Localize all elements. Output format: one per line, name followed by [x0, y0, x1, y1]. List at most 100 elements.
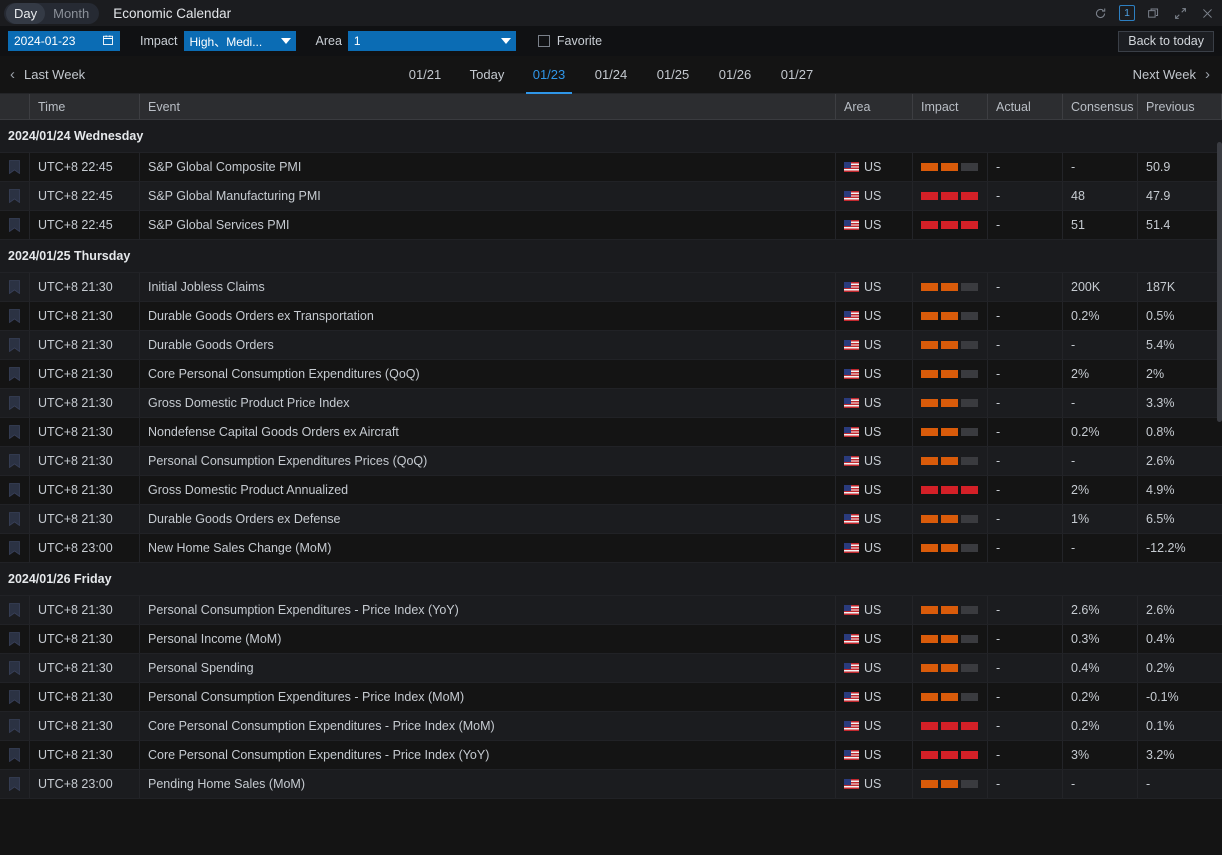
favorite-bookmark-cell[interactable]	[0, 302, 30, 330]
favorite-bookmark-cell[interactable]	[0, 505, 30, 533]
area-select[interactable]: 1	[348, 31, 516, 51]
bookmark-icon[interactable]	[9, 454, 20, 468]
cell-actual: -	[988, 273, 1063, 301]
column-header-consensus[interactable]: Consensus	[1063, 94, 1138, 119]
column-header-actual[interactable]: Actual	[988, 94, 1063, 119]
favorite-bookmark-cell[interactable]	[0, 153, 30, 181]
bookmark-icon[interactable]	[9, 189, 20, 203]
day-tab-01-21[interactable]: 01/21	[394, 56, 456, 94]
table-row[interactable]: UTC+8 21:30Core Personal Consumption Exp…	[0, 741, 1222, 770]
column-header-time[interactable]: Time	[30, 94, 140, 119]
tab-day[interactable]: Day	[6, 3, 45, 24]
day-tab-label: 01/27	[781, 67, 814, 82]
favorite-bookmark-cell[interactable]	[0, 360, 30, 388]
bookmark-icon[interactable]	[9, 309, 20, 323]
cell-actual-text: -	[996, 541, 1000, 555]
cell-previous: 3.3%	[1138, 389, 1222, 417]
tab-month[interactable]: Month	[45, 3, 97, 24]
day-tab-01-26[interactable]: 01/26	[704, 56, 766, 94]
bookmark-icon[interactable]	[9, 719, 20, 733]
column-header-impact[interactable]: Impact	[913, 94, 988, 119]
close-icon[interactable]	[1199, 5, 1216, 22]
favorite-bookmark-cell[interactable]	[0, 596, 30, 624]
column-header-mark[interactable]	[0, 94, 30, 119]
table-row[interactable]: UTC+8 21:30Personal Consumption Expendit…	[0, 447, 1222, 476]
table-row[interactable]: UTC+8 21:30Personal Income (MoM)US-0.3%0…	[0, 625, 1222, 654]
table-row[interactable]: UTC+8 21:30Gross Domestic Product Price …	[0, 389, 1222, 418]
favorite-bookmark-cell[interactable]	[0, 182, 30, 210]
bookmark-icon[interactable]	[9, 748, 20, 762]
bookmark-icon[interactable]	[9, 367, 20, 381]
column-header-event[interactable]: Event	[140, 94, 836, 119]
table-row[interactable]: UTC+8 21:30Core Personal Consumption Exp…	[0, 360, 1222, 389]
bookmark-icon[interactable]	[9, 280, 20, 294]
table-row[interactable]: UTC+8 21:30Nondefense Capital Goods Orde…	[0, 418, 1222, 447]
favorite-bookmark-cell[interactable]	[0, 476, 30, 504]
scrollbar-thumb[interactable]	[1217, 142, 1222, 422]
favorite-bookmark-cell[interactable]	[0, 534, 30, 562]
back-to-today-button[interactable]: Back to today	[1118, 31, 1214, 52]
bookmark-icon[interactable]	[9, 541, 20, 555]
favorite-bookmark-cell[interactable]	[0, 418, 30, 446]
favorite-bookmark-cell[interactable]	[0, 389, 30, 417]
favorite-bookmark-cell[interactable]	[0, 683, 30, 711]
bookmark-icon[interactable]	[9, 338, 20, 352]
day-tab-01-25[interactable]: 01/25	[642, 56, 704, 94]
favorite-bookmark-cell[interactable]	[0, 625, 30, 653]
bookmark-icon[interactable]	[9, 160, 20, 174]
table-row[interactable]: UTC+8 21:30Durable Goods OrdersUS--5.4%	[0, 331, 1222, 360]
table-row[interactable]: UTC+8 23:00Pending Home Sales (MoM)US---	[0, 770, 1222, 799]
favorite-bookmark-cell[interactable]	[0, 654, 30, 682]
table-row[interactable]: UTC+8 21:30Durable Goods Orders ex Defen…	[0, 505, 1222, 534]
bookmark-icon[interactable]	[9, 661, 20, 675]
day-tab-today[interactable]: Today	[456, 56, 518, 94]
favorite-bookmark-cell[interactable]	[0, 211, 30, 239]
day-tab-01-27[interactable]: 01/27	[766, 56, 828, 94]
table-row[interactable]: UTC+8 23:00New Home Sales Change (MoM)US…	[0, 534, 1222, 563]
impact-select[interactable]: High、Medi...	[184, 31, 296, 51]
column-header-previous[interactable]: Previous	[1138, 94, 1222, 119]
table-row[interactable]: UTC+8 21:30Personal Consumption Expendit…	[0, 596, 1222, 625]
bookmark-icon[interactable]	[9, 218, 20, 232]
table-row[interactable]: UTC+8 21:30Core Personal Consumption Exp…	[0, 712, 1222, 741]
cell-time: UTC+8 21:30	[30, 741, 140, 769]
area-flag-wrap: US	[844, 360, 912, 388]
favorite-bookmark-cell[interactable]	[0, 273, 30, 301]
page-count-badge[interactable]: 1	[1119, 5, 1135, 21]
table-row[interactable]: UTC+8 22:45S&P Global Services PMIUS-515…	[0, 211, 1222, 240]
favorite-bookmark-cell[interactable]	[0, 447, 30, 475]
bookmark-icon[interactable]	[9, 483, 20, 497]
impact-level-indicator	[921, 770, 987, 798]
cell-event-text: Personal Consumption Expenditures - Pric…	[148, 690, 464, 704]
column-header-area[interactable]: Area	[836, 94, 913, 119]
table-row[interactable]: UTC+8 21:30Durable Goods Orders ex Trans…	[0, 302, 1222, 331]
next-week-button[interactable]: Next Week ›	[1133, 67, 1210, 82]
bookmark-icon[interactable]	[9, 603, 20, 617]
bookmark-icon[interactable]	[9, 396, 20, 410]
expand-icon[interactable]	[1172, 5, 1189, 22]
day-tab-01-24[interactable]: 01/24	[580, 56, 642, 94]
day-tab-01-23[interactable]: 01/23	[518, 56, 580, 94]
table-body[interactable]: 2024/01/24 WednesdayUTC+8 22:45S&P Globa…	[0, 120, 1222, 806]
favorite-bookmark-cell[interactable]	[0, 741, 30, 769]
vertical-scrollbar[interactable]	[1217, 142, 1222, 855]
favorite-bookmark-cell[interactable]	[0, 712, 30, 740]
table-row[interactable]: UTC+8 21:30Personal Consumption Expendit…	[0, 683, 1222, 712]
bookmark-icon[interactable]	[9, 512, 20, 526]
restore-window-icon[interactable]	[1145, 5, 1162, 22]
table-row[interactable]: UTC+8 22:45S&P Global Manufacturing PMIU…	[0, 182, 1222, 211]
favorite-bookmark-cell[interactable]	[0, 770, 30, 798]
table-row[interactable]: UTC+8 21:30Personal SpendingUS-0.4%0.2%	[0, 654, 1222, 683]
table-row[interactable]: UTC+8 22:45S&P Global Composite PMIUS--5…	[0, 153, 1222, 182]
table-row[interactable]: UTC+8 21:30Initial Jobless ClaimsUS-200K…	[0, 273, 1222, 302]
table-row[interactable]: UTC+8 21:30Gross Domestic Product Annual…	[0, 476, 1222, 505]
bookmark-icon[interactable]	[9, 425, 20, 439]
favorite-bookmark-cell[interactable]	[0, 331, 30, 359]
bookmark-icon[interactable]	[9, 777, 20, 791]
date-input[interactable]: 2024-01-23	[8, 31, 120, 51]
cell-event: New Home Sales Change (MoM)	[140, 534, 836, 562]
bookmark-icon[interactable]	[9, 690, 20, 704]
refresh-icon[interactable]	[1092, 5, 1109, 22]
favorite-checkbox[interactable]: Favorite	[538, 34, 602, 48]
bookmark-icon[interactable]	[9, 632, 20, 646]
